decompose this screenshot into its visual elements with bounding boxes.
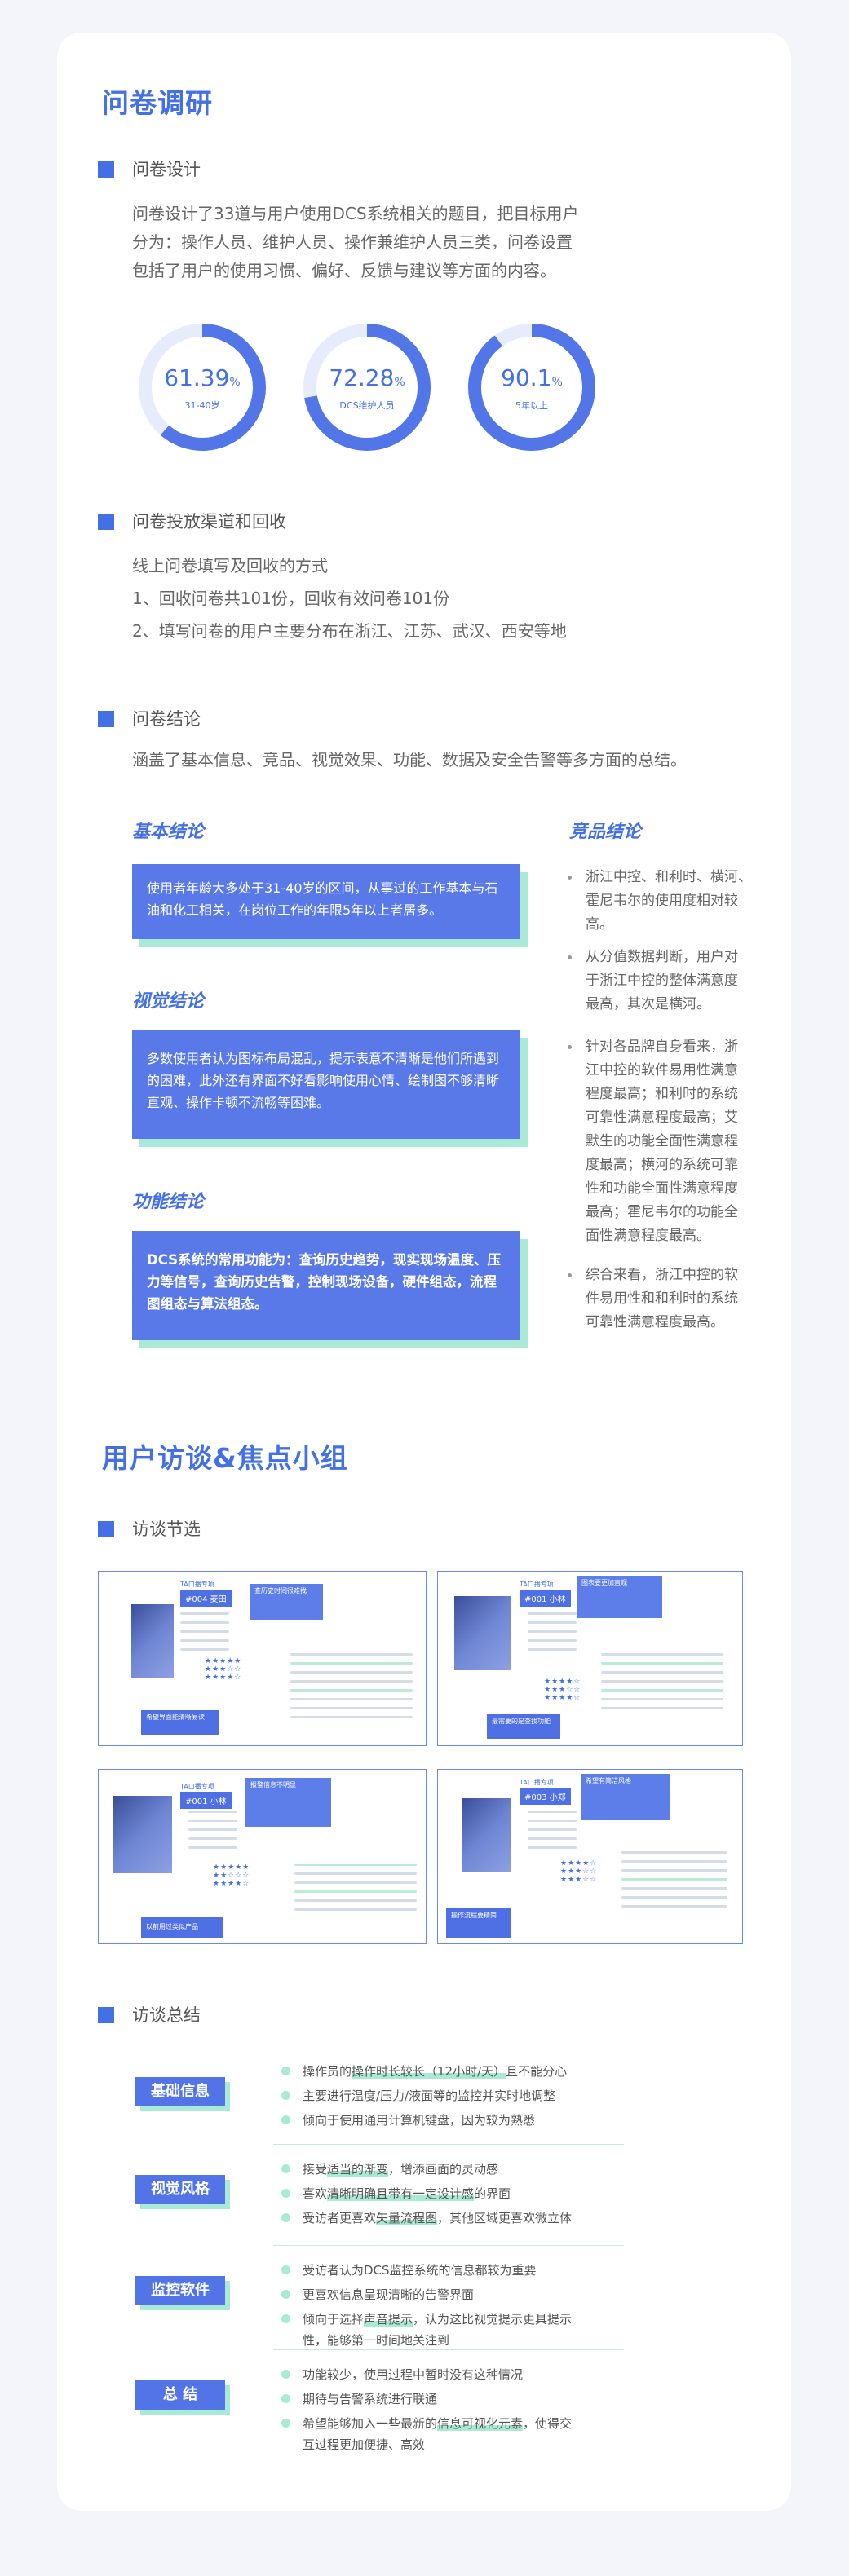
section-marker: [98, 514, 114, 530]
ring-label: 31-40岁: [184, 400, 220, 411]
conclusion-heading: 问卷结论: [132, 709, 201, 729]
interview-card[interactable]: TA口播专项 #001 小林 ★★★★☆ ★★★☆☆ ★★★★☆ 图表要更加直观 最…: [437, 1571, 743, 1746]
summary-item: 接受适当的渐变，增添画面的灵动感: [281, 2159, 624, 2180]
summary-divider: [273, 2349, 624, 2350]
summary-item: 倾向于选择声音提示，认为这比视觉提示更具提示 性，能够第一时间地关注到: [281, 2309, 624, 2351]
summary-item: 操作员的操作时长较长（12小时/天）且不能分心: [281, 2061, 624, 2082]
interviewee-photo: [462, 1798, 511, 1872]
design-heading: 问卷设计: [132, 160, 201, 179]
ring-label: 5年以上: [515, 400, 548, 411]
basic-conclusion-title: 基本结论: [132, 822, 205, 842]
stat-ring: 90.1% 5年以上: [467, 322, 597, 452]
interview-title: 用户访谈&焦点小组: [102, 1442, 348, 1474]
ring-label: DCS维护人员: [339, 400, 395, 411]
summary-item: 更喜欢信息呈现清晰的告警界面: [281, 2284, 624, 2305]
ring-value: 90.1%: [501, 364, 563, 391]
summary-divider: [273, 2144, 624, 2145]
excerpt-heading: 访谈节选: [132, 1520, 201, 1539]
channel-heading: 问卷投放渠道和回收: [132, 512, 286, 532]
interview-card[interactable]: TA口播专项 #003 小郑 ★★★★☆ ★★★☆☆ ★★★☆☆ 希望有简洁风格 操…: [437, 1769, 743, 1944]
summary-item: 受访者认为DCS监控系统的信息都较为重要: [281, 2260, 624, 2281]
competitor-item: 浙江中控、和利时、横河、 霍尼韦尔的使用度相对较 高。: [568, 866, 753, 937]
summary-item: 功能较少，使用过程中暂时没有这种情况: [281, 2364, 624, 2385]
summary-item: 希望能够加入一些最新的信息可视化元素，使得交 互过程更加便捷、高效: [281, 2413, 624, 2455]
summary-item: 主要进行温度/压力/液面等的监控并实时地调整: [281, 2085, 624, 2106]
summary-heading: 访谈总结: [132, 2005, 201, 2025]
content-card: 问卷调研 问卷设计 问卷设计了33道与用户使用DCS系统相关的题目，把目标用户 …: [57, 33, 791, 2511]
conclusion-intro: 涵盖了基本信息、竞品、视觉效果、功能、数据及安全告警等多方面的总结。: [132, 750, 687, 770]
summary-label: 总 结: [135, 2380, 225, 2410]
stat-ring: 61.39% 31-40岁: [137, 322, 268, 452]
visual-conclusion-title: 视觉结论: [132, 991, 205, 1012]
interviewee-photo: [113, 1796, 172, 1873]
summary-label: 视觉风格: [135, 2175, 225, 2204]
section-marker: [98, 1521, 114, 1537]
channel-text: 线上问卷填写及回收的方式 1、回收问卷共101份，回收有效问卷101份 2、填写…: [132, 556, 567, 641]
competitor-item: 从分值数据判断，用户对 于浙江中控的整体满意度 最高，其次是横河。: [568, 946, 753, 1017]
summary-item: 喜欢清晰明确且带有一定设计感的界面: [281, 2183, 624, 2204]
section-marker: [98, 161, 114, 178]
visual-conclusion-box: 多数使用者认为图标布局混乱，提示表意不清晰是他们所遇到的困难，此外还有界面不好看…: [132, 1030, 520, 1139]
summary-item: 倾向于使用通用计算机键盘，因为较为熟悉: [281, 2110, 624, 2131]
section-marker: [98, 711, 114, 727]
basic-conclusion-box: 使用者年龄大多处于31-40岁的区间，从事过的工作基本与石油和化工相关，在岗位工…: [132, 864, 520, 939]
interview-card[interactable]: TA口播专项 #001 小林 ★★★★★ ★★☆☆☆ ★★★★☆ 报警信息不明显 以…: [98, 1769, 427, 1944]
summary-divider: [273, 2245, 624, 2246]
summary-label: 基础信息: [135, 2077, 225, 2106]
interviewee-photo: [131, 1604, 174, 1678]
survey-title: 问卷调研: [102, 87, 213, 119]
function-conclusion-box: DCS系统的常用功能为：查询历史趋势，现实现场温度、压力等信号，查询历史告警，控…: [132, 1231, 520, 1340]
competitor-item: 针对各品牌自身看来，浙 江中控的软件易用性满意 程度最高；和利时的系统 可靠性满意程度…: [568, 1035, 753, 1248]
competitor-conclusion-title: 竞品结论: [569, 822, 642, 842]
interview-card[interactable]: TA口播专项 #004 麦田 ★★★★★ ★★★☆☆ ★★★★☆ 查历史时间很难找 …: [98, 1571, 427, 1746]
ring-value: 61.39%: [164, 364, 241, 391]
section-marker: [98, 2007, 114, 2023]
summary-item: 期待与告警系统进行联通: [281, 2389, 624, 2410]
summary-item: 受访者更喜欢矢量流程图，其他区域更喜欢微立体: [281, 2208, 624, 2229]
ring-value: 72.28%: [329, 364, 405, 391]
interviewee-photo: [454, 1596, 511, 1670]
design-text: 问卷设计了33道与用户使用DCS系统相关的题目，把目标用户 分为：操作人员、维护…: [132, 204, 579, 280]
stat-ring: 72.28% DCS维护人员: [302, 322, 432, 452]
competitor-item: 综合来看，浙江中控的软 件易用性和和利时的系统 可靠性满意程度最高。: [568, 1264, 753, 1334]
summary-label: 监控软件: [135, 2276, 225, 2305]
function-conclusion-title: 功能结论: [132, 1192, 205, 1212]
